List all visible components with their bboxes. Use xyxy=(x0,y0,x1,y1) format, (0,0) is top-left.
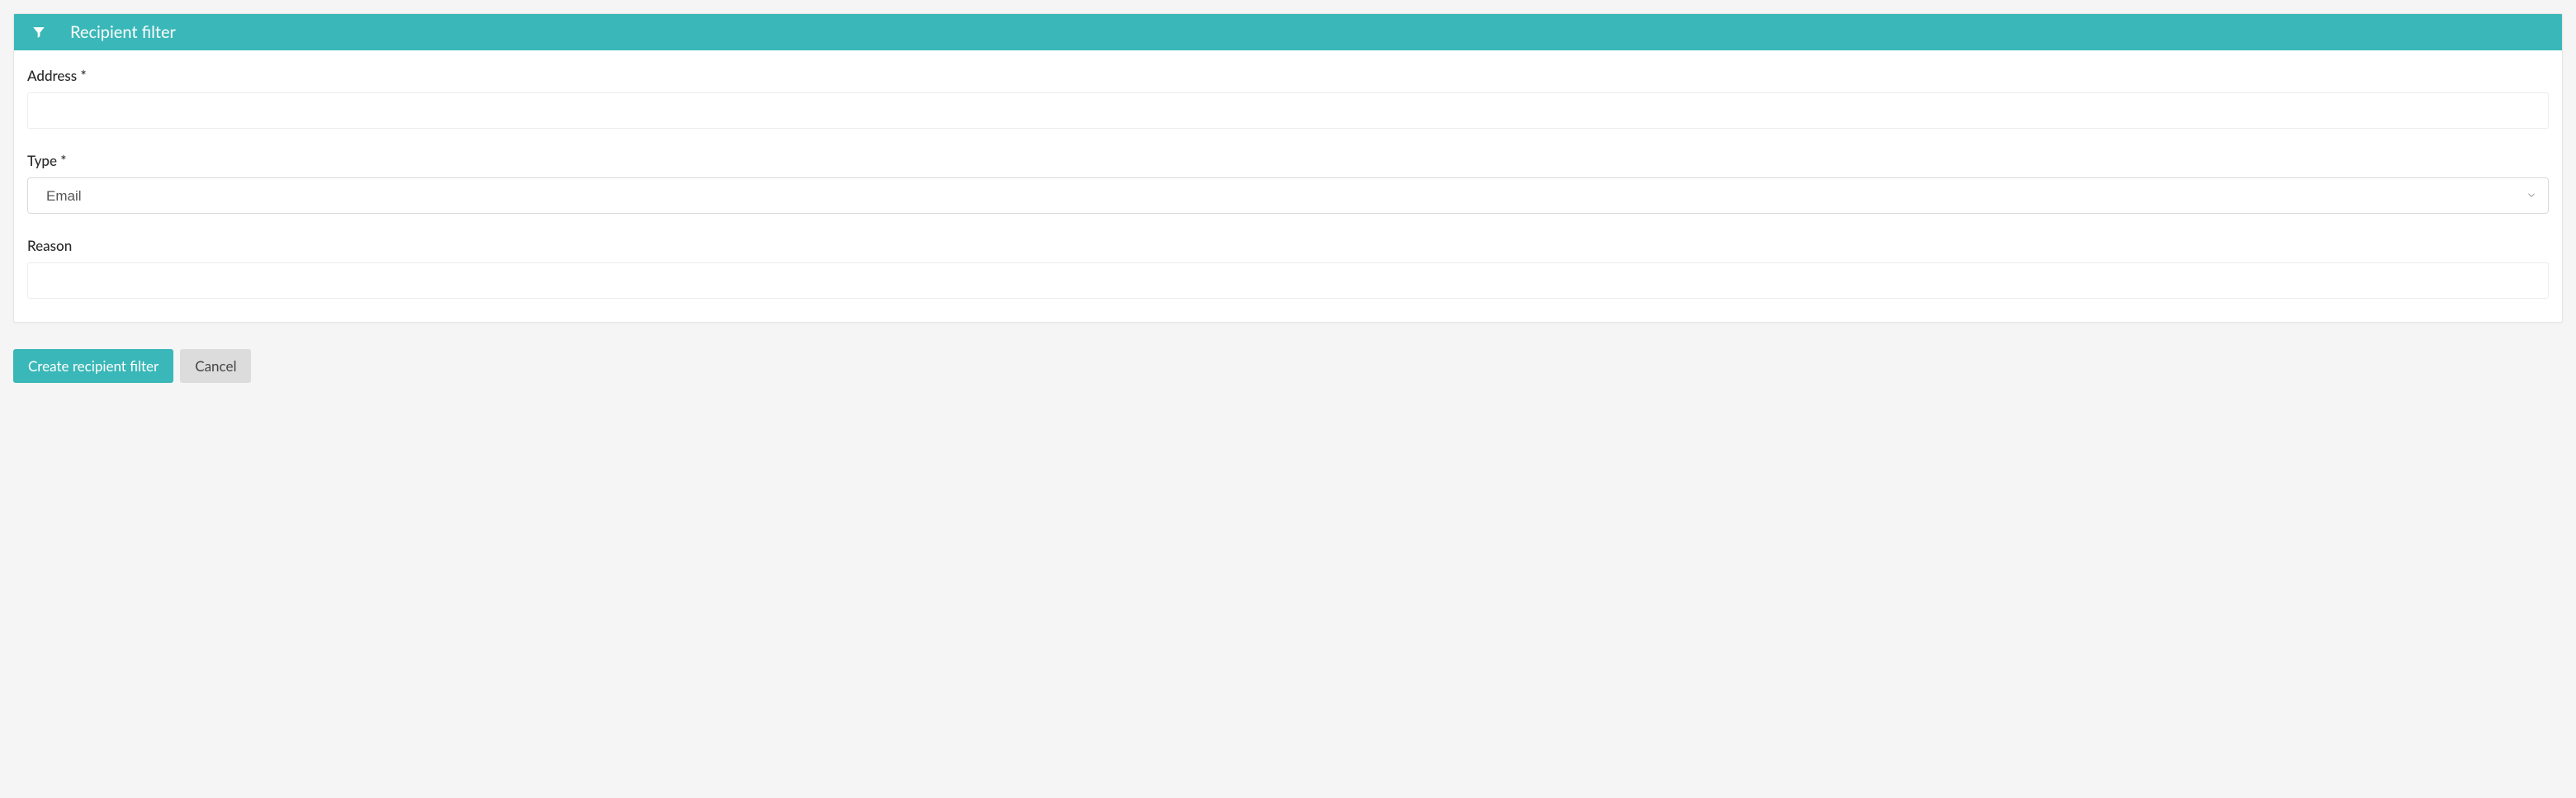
reason-group: Reason xyxy=(27,237,2549,299)
reason-input[interactable] xyxy=(27,262,2549,299)
filter-icon xyxy=(27,25,50,40)
form-actions: Create recipient filter Cancel xyxy=(13,349,2563,383)
type-group: Type * Email xyxy=(27,152,2549,214)
address-input[interactable] xyxy=(27,92,2549,129)
recipient-filter-panel: Recipient filter Address * Type * Email … xyxy=(13,13,2563,323)
panel-body: Address * Type * Email Reason xyxy=(14,50,2562,322)
address-group: Address * xyxy=(27,67,2549,129)
cancel-button[interactable]: Cancel xyxy=(180,349,251,383)
type-label: Type * xyxy=(27,152,2549,169)
type-select-wrapper: Email xyxy=(27,177,2549,214)
panel-title: Recipient filter xyxy=(70,22,176,42)
reason-label: Reason xyxy=(27,237,2549,254)
address-label: Address * xyxy=(27,67,2549,84)
type-select[interactable]: Email xyxy=(27,177,2549,214)
create-recipient-filter-button[interactable]: Create recipient filter xyxy=(13,349,173,383)
panel-header: Recipient filter xyxy=(14,14,2562,50)
